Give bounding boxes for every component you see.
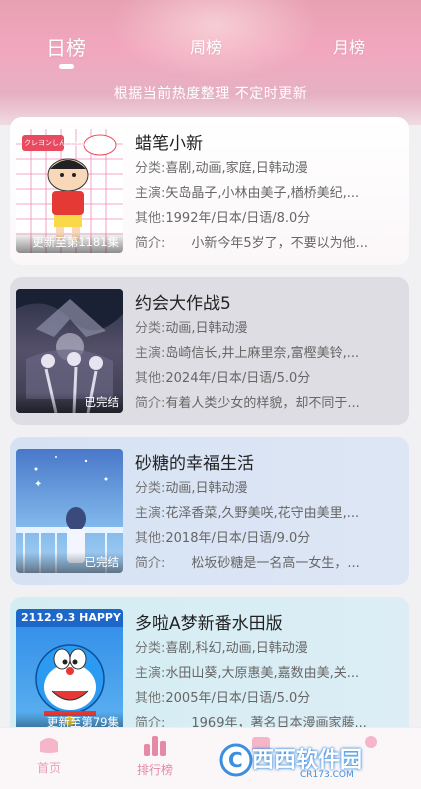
svg-text:C: C — [228, 748, 243, 772]
cast-label: 主演: — [135, 666, 166, 681]
cast-row: 主演:水田山葵,大原惠美,嘉数由美,关... — [135, 662, 403, 681]
home-icon — [40, 738, 58, 753]
intro-row: 简介: 松坂砂糖是一名高一女生，... — [135, 552, 403, 571]
tab-monthly[interactable]: 月榜 — [333, 34, 365, 58]
cast-label: 主演: — [135, 346, 166, 361]
nav-home[interactable]: 首页 — [9, 734, 89, 776]
poster-title-text: 2112.9.3 HAPPY — [21, 611, 121, 624]
other-label: 其他: — [135, 691, 166, 706]
list-item[interactable]: ✦ 已完结 砂糖的幸福生活 分类:动画,日韩动漫 主演:花泽香菜,久野美咲,花守… — [10, 437, 409, 585]
ranking-tabs: 日榜 周榜 月榜 — [0, 34, 421, 74]
nav-home-label: 首页 — [36, 761, 61, 775]
cast-label: 主演: — [135, 506, 166, 521]
intro-row: 简介: 小新今年5岁了，不要以为他... — [135, 232, 403, 251]
cast-value: 花泽香菜,久野美咲,花守由美里,... — [165, 506, 360, 521]
item-title: 多啦A梦新番水田版 — [135, 614, 283, 634]
poster-image: クレヨンしんちゃん 更新至第1181集 — [16, 129, 123, 253]
header-hero: 日榜 周榜 月榜 根据当前热度整理 不定时更新 — [0, 0, 421, 125]
nav-ranking[interactable]: 排行榜 — [115, 734, 195, 778]
other-label: 其他: — [135, 531, 166, 546]
other-row: 其他:2024年/日本/日语/5.0分 — [135, 367, 403, 386]
item-title: 约会大作战5 — [135, 294, 231, 314]
watermark-subtext: CR173.COM — [300, 770, 354, 780]
cast-value: 岛崎信长,井上麻里奈,富樫美铃,... — [165, 346, 360, 361]
item-title: 蜡笔小新 — [135, 134, 203, 154]
genre-row: 分类:动画,日韩动漫 — [135, 477, 403, 496]
tab-daily[interactable]: 日榜 — [46, 32, 86, 61]
poster-image: 2112.9.3 HAPPY 更新至第79集 — [16, 609, 123, 733]
intro-value: 松坂砂糖是一名高一女生，... — [165, 556, 360, 571]
cast-label: 主演: — [135, 186, 166, 201]
genre-label: 分类: — [135, 641, 166, 656]
cast-value: 水田山葵,大原惠美,嘉数由美,关... — [165, 666, 360, 681]
cast-row: 主演:矢岛晶子,小林由美子,楢桥美纪,... — [135, 182, 403, 201]
intro-label: 简介: — [135, 236, 166, 251]
other-label: 其他: — [135, 211, 166, 226]
episode-status: 已完结 — [16, 552, 123, 573]
other-label: 其他: — [135, 371, 166, 386]
ranking-bars-icon — [144, 736, 166, 756]
intro-row: 简介:有着人类少女的样貌，却不同于... — [135, 392, 403, 411]
poster-image: 已完结 — [16, 289, 123, 413]
genre-label: 分类: — [135, 321, 166, 336]
poster-title-text: クレヨンしんちゃん — [24, 139, 87, 147]
genre-value: 喜剧,动画,家庭,日韩动漫 — [165, 161, 308, 176]
other-value: 2024年/日本/日语/5.0分 — [165, 371, 311, 386]
intro-label: 简介: — [135, 556, 166, 571]
genre-label: 分类: — [135, 161, 166, 176]
other-value: 2018年/日本/日语/9.0分 — [165, 531, 311, 546]
intro-label: 简介: — [135, 396, 166, 411]
genre-label: 分类: — [135, 481, 166, 496]
genre-value: 喜剧,科幻,动画,日韩动漫 — [165, 641, 308, 656]
other-row: 其他:1992年/日本/日语/8.0分 — [135, 207, 403, 226]
list-item[interactable]: クレヨンしんちゃん 更新至第1181集 蜡笔小新 分类:喜剧,动画,家庭,日韩动… — [10, 117, 409, 265]
poster-image: ✦ 已完结 — [16, 449, 123, 573]
genre-row: 分类:喜剧,动画,家庭,日韩动漫 — [135, 157, 403, 176]
genre-value: 动画,日韩动漫 — [165, 481, 248, 496]
cast-row: 主演:岛崎信长,井上麻里奈,富樫美铃,... — [135, 342, 403, 361]
intro-value: 有着人类少女的样貌，却不同于... — [165, 396, 360, 411]
genre-value: 动画,日韩动漫 — [165, 321, 248, 336]
other-row: 其他:2005年/日本/日语/5.0分 — [135, 687, 403, 706]
other-row: 其他:2018年/日本/日语/9.0分 — [135, 527, 403, 546]
tab-weekly[interactable]: 周榜 — [190, 34, 222, 58]
cast-row: 主演:花泽香菜,久野美咲,花守由美里,... — [135, 502, 403, 521]
list-item[interactable]: 已完结 约会大作战5 分类:动画,日韩动漫 主演:岛崎信长,井上麻里奈,富樫美铃… — [10, 277, 409, 425]
nav-ranking-label: 排行榜 — [136, 763, 173, 777]
other-value: 1992年/日本/日语/8.0分 — [165, 211, 311, 226]
item-title: 砂糖的幸福生活 — [135, 454, 254, 474]
other-value: 2005年/日本/日语/5.0分 — [165, 691, 311, 706]
episode-status: 更新至第1181集 — [16, 232, 123, 253]
active-tab-indicator — [59, 64, 74, 69]
svg-text:✦: ✦ — [34, 479, 42, 490]
cast-value: 矢岛晶子,小林由美子,楢桥美纪,... — [165, 186, 360, 201]
genre-row: 分类:动画,日韩动漫 — [135, 317, 403, 336]
episode-status: 已完结 — [16, 392, 123, 413]
update-hint: 根据当前热度整理 不定时更新 — [113, 86, 308, 102]
intro-value: 小新今年5岁了，不要以为他... — [165, 236, 369, 251]
genre-row: 分类:喜剧,科幻,动画,日韩动漫 — [135, 637, 403, 656]
